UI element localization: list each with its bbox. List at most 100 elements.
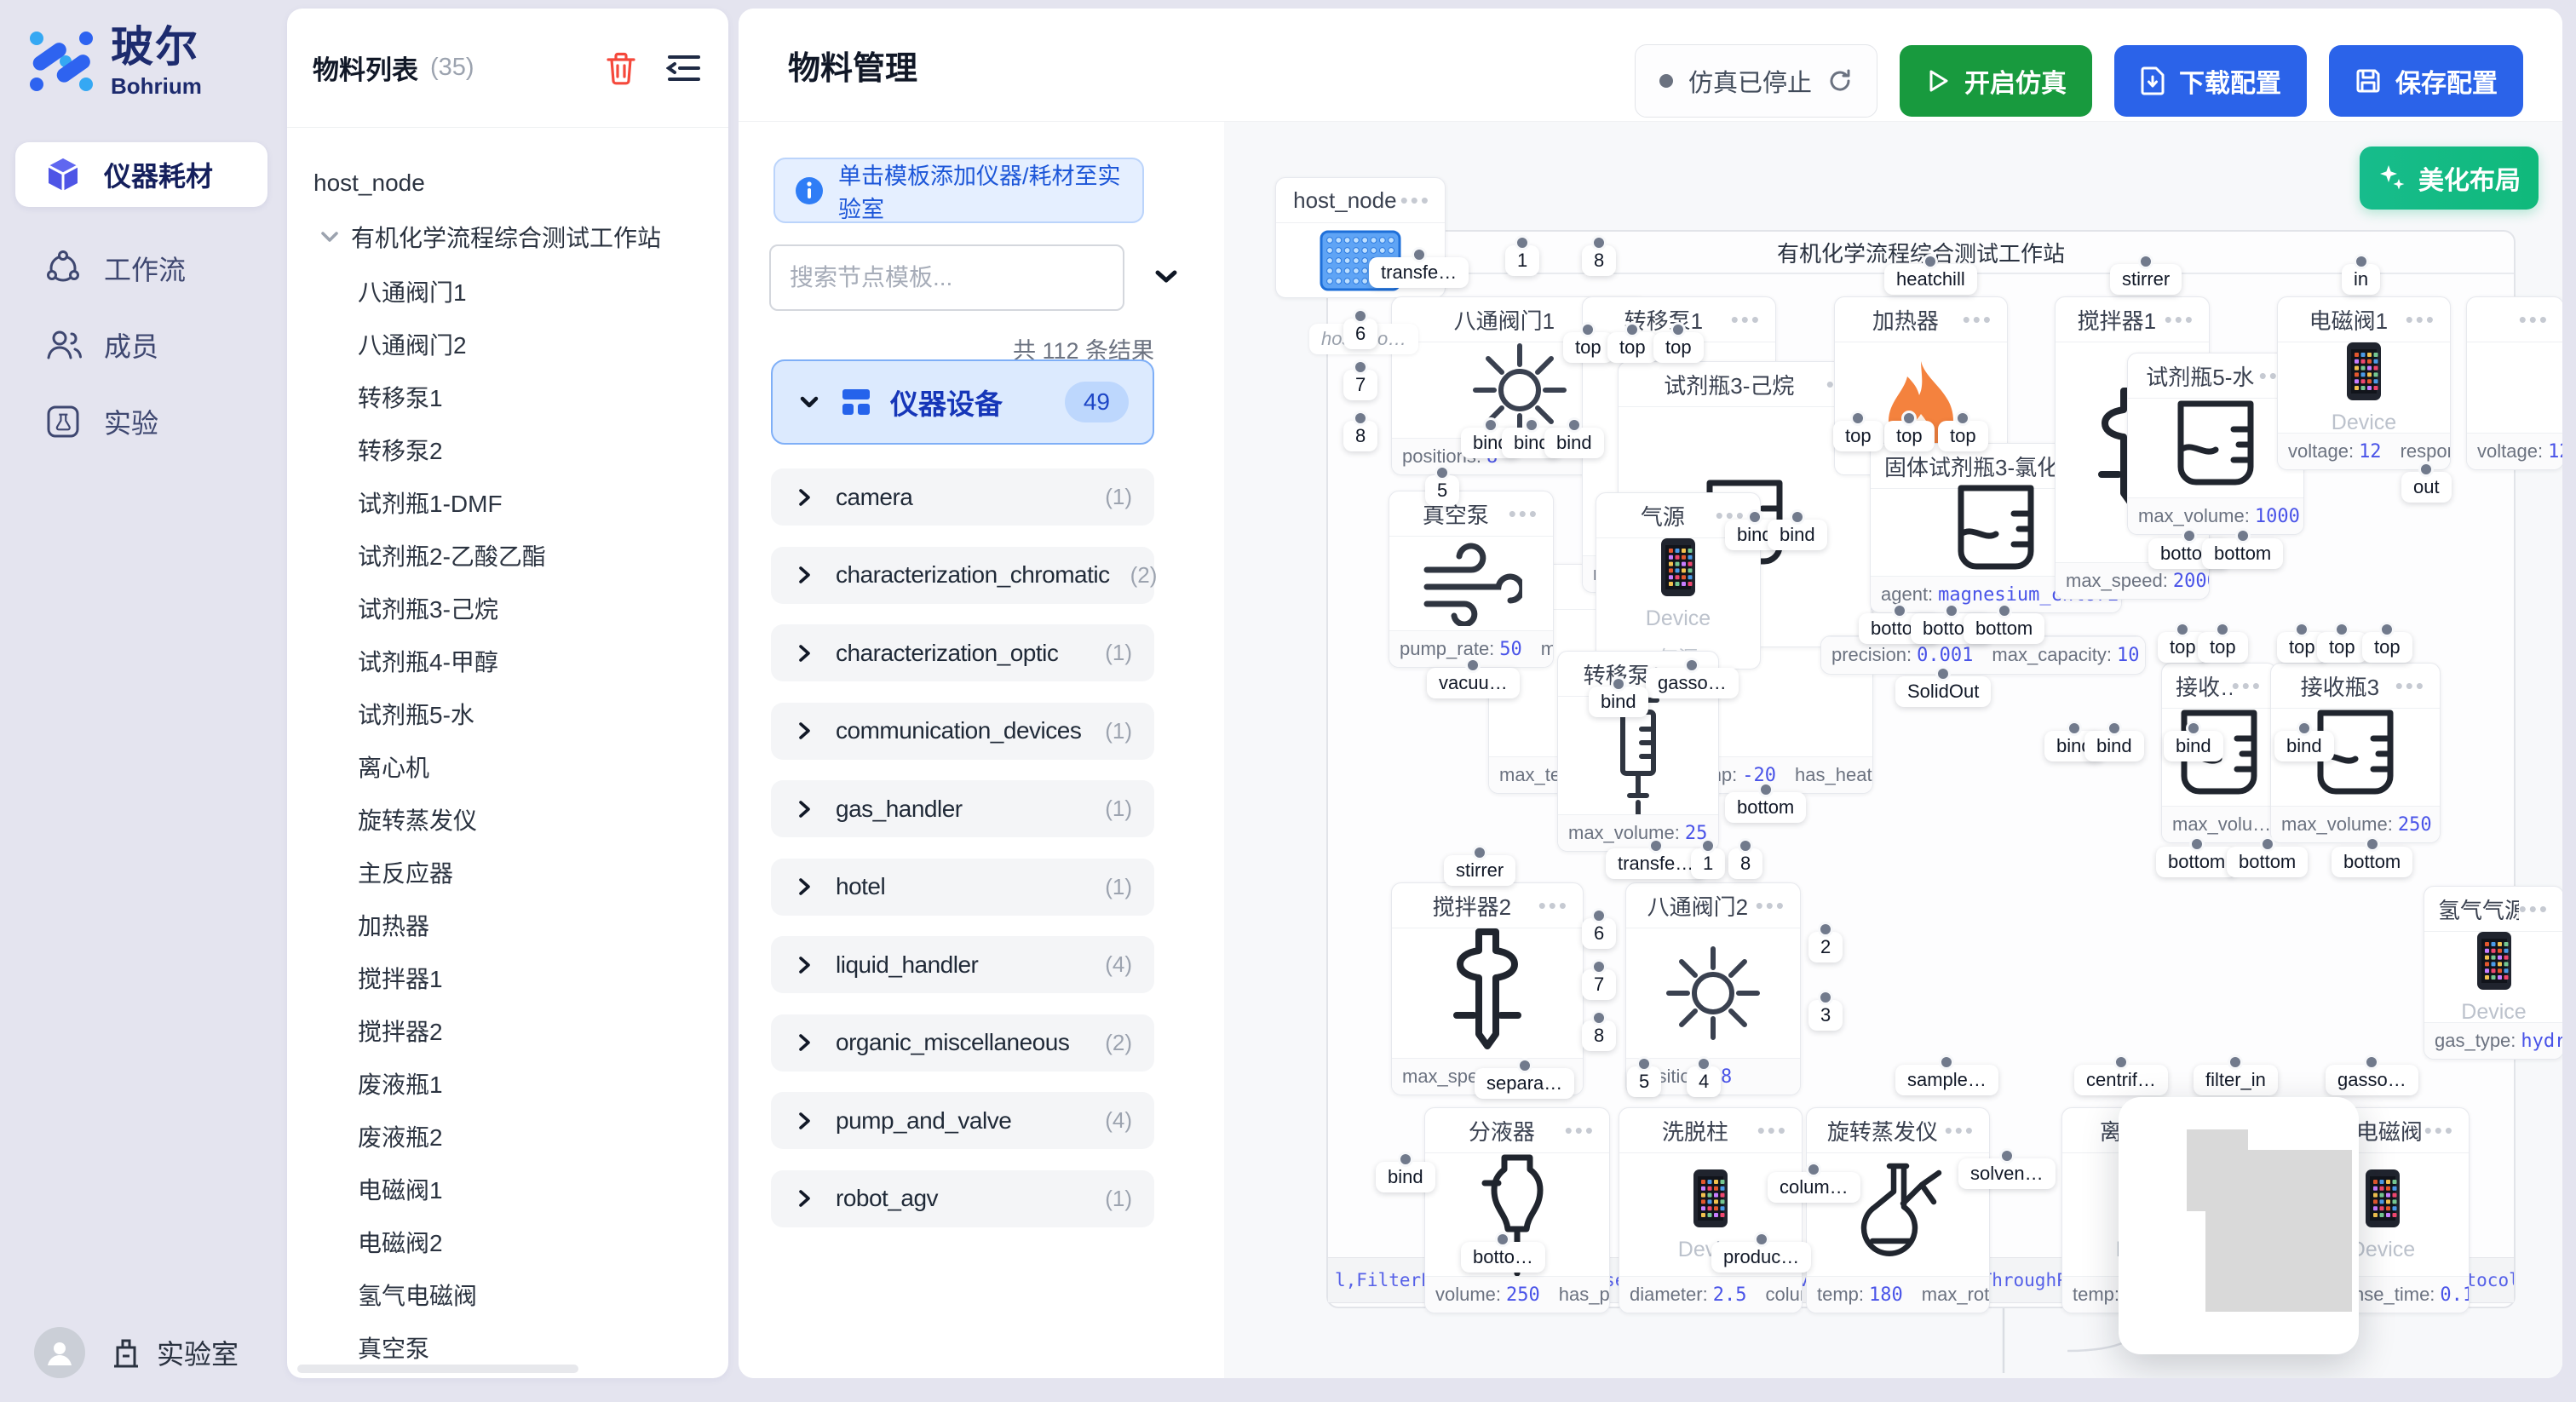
tree-item[interactable]: 氢气电磁阀 xyxy=(358,1276,477,1313)
port-SolidOut[interactable]: SolidOut xyxy=(1895,676,1991,707)
node-menu-icon[interactable]: ••• xyxy=(1509,501,1539,527)
tree-item[interactable]: 旋转蒸发仪 xyxy=(358,801,477,838)
tree-item[interactable]: 电磁阀1 xyxy=(358,1170,443,1208)
tree-item[interactable]: 试剂瓶5-水 xyxy=(358,695,474,733)
port-bottom[interactable]: bottom xyxy=(2227,847,2308,877)
node-menu-icon[interactable]: ••• xyxy=(1731,307,1762,333)
port-colum[interactable]: colum… xyxy=(1768,1172,1860,1203)
template-category-characterization_chromatic[interactable]: characterization_chromatic(2) xyxy=(771,547,1154,604)
node-solenoid-valve-2[interactable]: •••voltage:12 xyxy=(2466,296,2562,470)
collapse-panel-icon[interactable] xyxy=(665,49,703,87)
port-filter_in[interactable]: filter_in xyxy=(2194,1065,2278,1095)
tree-item[interactable]: 八通阀门1 xyxy=(358,273,467,310)
port-4[interactable]: 4 xyxy=(1687,1066,1721,1097)
template-category-robot_agv[interactable]: robot_agv(1) xyxy=(771,1170,1154,1227)
template-category-organic_miscellaneous[interactable]: organic_miscellaneous(2) xyxy=(771,1014,1154,1072)
port-gasso[interactable]: gasso… xyxy=(1646,668,1739,698)
port-bottom[interactable]: bottom xyxy=(1964,613,2044,644)
port-bind[interactable]: bind xyxy=(1768,520,1827,550)
port-8[interactable]: 8 xyxy=(1582,1020,1616,1051)
node-menu-icon[interactable]: ••• xyxy=(1565,1118,1596,1144)
port-top[interactable]: top xyxy=(1833,421,1883,451)
port-5[interactable]: 5 xyxy=(1627,1066,1661,1097)
node-menu-icon[interactable]: ••• xyxy=(2165,307,2195,333)
node-menu-icon[interactable]: ••• xyxy=(2232,673,2263,699)
port-gasso[interactable]: gasso… xyxy=(2326,1065,2418,1095)
sidebar-item-instruments[interactable]: 仪器耗材 xyxy=(15,142,267,207)
tree-item[interactable]: 电磁阀2 xyxy=(358,1223,443,1261)
tree-item[interactable]: 废液瓶2 xyxy=(358,1118,443,1155)
port-3[interactable]: 3 xyxy=(1808,1000,1843,1031)
tree-item[interactable]: 搅拌器2 xyxy=(358,1012,443,1049)
port-sample[interactable]: sample… xyxy=(1895,1065,1998,1095)
node-rotavap[interactable]: 旋转蒸发仪•••temp:180max_rotation_speed xyxy=(1806,1107,1990,1313)
port-bind[interactable]: bind xyxy=(1544,428,1604,458)
template-category-gas_handler[interactable]: gas_handler(1) xyxy=(771,780,1154,837)
tree-item[interactable]: 试剂瓶1-DMF xyxy=(358,484,503,521)
category-instruments[interactable]: 仪器设备 49 xyxy=(771,359,1154,445)
tree-item[interactable]: 废液瓶1 xyxy=(358,1065,443,1102)
port-top[interactable]: top xyxy=(1653,332,1704,363)
port-bind[interactable]: bind xyxy=(2164,731,2223,761)
port-bind[interactable]: bind xyxy=(1376,1162,1435,1192)
port-vacuu[interactable]: vacuu… xyxy=(1427,668,1520,698)
port-top[interactable]: top xyxy=(2198,632,2248,663)
port-6[interactable]: 6 xyxy=(1582,918,1616,949)
port-bind[interactable]: bind xyxy=(2084,731,2144,761)
template-category-pump_and_valve[interactable]: pump_and_valve(4) xyxy=(771,1092,1154,1149)
tree-item[interactable]: 搅拌器1 xyxy=(358,959,443,997)
port-bind[interactable]: bind xyxy=(1589,687,1648,717)
port-6[interactable]: 6 xyxy=(1343,319,1377,349)
node-separator[interactable]: 分液器•••volume:250has_phases:true xyxy=(1424,1107,1610,1313)
port-5[interactable]: 5 xyxy=(1425,475,1459,506)
node-menu-icon[interactable]: ••• xyxy=(1400,187,1431,214)
node-vacuum-pump[interactable]: 真空泵•••pump_rate:50max_vacuum:0.1 xyxy=(1389,491,1554,668)
search-input[interactable] xyxy=(788,263,1106,292)
port-out[interactable]: out xyxy=(2401,472,2452,503)
node-menu-icon[interactable]: ••• xyxy=(1756,893,1786,919)
refresh-icon[interactable] xyxy=(1827,68,1853,94)
tree-item[interactable]: 八通阀门2 xyxy=(358,325,467,363)
node-menu-icon[interactable]: ••• xyxy=(2395,673,2426,699)
avatar[interactable] xyxy=(34,1327,85,1378)
port-top[interactable]: top xyxy=(2362,632,2412,663)
port-7[interactable]: 7 xyxy=(1582,969,1616,1000)
save-config-button[interactable]: 保存配置 xyxy=(2329,45,2523,117)
port-bind[interactable]: bind xyxy=(2274,731,2334,761)
node-canvas[interactable]: 有机化学流程综合测试工作站 l,FilterProtocol,CleanVess… xyxy=(1224,121,2562,1378)
port-stirrer[interactable]: stirrer xyxy=(2110,264,2182,295)
port-1[interactable]: 1 xyxy=(1505,245,1539,276)
node-elution-column[interactable]: 洗脱柱•••Devicediameter:2.5column_type:si xyxy=(1619,1107,1803,1313)
port-solven[interactable]: solven… xyxy=(1958,1158,2056,1189)
sim-status-pill[interactable]: 仿真已停止 xyxy=(1635,44,1877,118)
port-7[interactable]: 7 xyxy=(1343,370,1377,400)
template-category-camera[interactable]: camera(1) xyxy=(771,468,1154,526)
download-config-button[interactable]: 下载配置 xyxy=(2114,45,2307,117)
port-bottom[interactable]: bottom xyxy=(2332,847,2412,877)
template-category-hotel[interactable]: hotel(1) xyxy=(771,859,1154,916)
delete-icon[interactable] xyxy=(602,49,640,87)
port-8[interactable]: 8 xyxy=(1343,421,1377,451)
port-1[interactable]: 1 xyxy=(1691,848,1725,879)
port-centrif[interactable]: centrif… xyxy=(2074,1065,2168,1095)
port-in[interactable]: in xyxy=(2342,264,2380,295)
template-category-communication_devices[interactable]: communication_devices(1) xyxy=(771,703,1154,760)
port-2[interactable]: 2 xyxy=(1808,932,1843,962)
tree-item[interactable]: 转移泵2 xyxy=(358,431,443,468)
tree-item[interactable]: 真空泵 xyxy=(358,1329,429,1361)
tree-item[interactable]: 试剂瓶2-乙酸乙酯 xyxy=(358,537,546,574)
chevron-down-icon[interactable] xyxy=(315,222,344,251)
port-top[interactable]: top xyxy=(1563,332,1613,363)
sidebar-item-workflow[interactable]: 工作流 xyxy=(15,236,267,301)
beautify-layout-button[interactable]: 美化布局 xyxy=(2360,147,2539,210)
tree-item[interactable]: 试剂瓶3-己烷 xyxy=(358,589,498,627)
tree-item-host-node[interactable]: host_node xyxy=(313,164,425,202)
port-top[interactable]: top xyxy=(1884,421,1935,451)
tree-item[interactable]: 加热器 xyxy=(358,906,429,944)
tree-item[interactable]: 离心机 xyxy=(358,748,429,785)
tree-item[interactable]: 转移泵1 xyxy=(358,378,443,416)
port-bottom[interactable]: bottom xyxy=(1725,792,1806,823)
port-bottom[interactable]: bottom xyxy=(2202,538,2283,569)
tree-item[interactable]: 试剂瓶4-甲醇 xyxy=(358,642,498,680)
template-category-liquid_handler[interactable]: liquid_handler(4) xyxy=(771,936,1154,993)
